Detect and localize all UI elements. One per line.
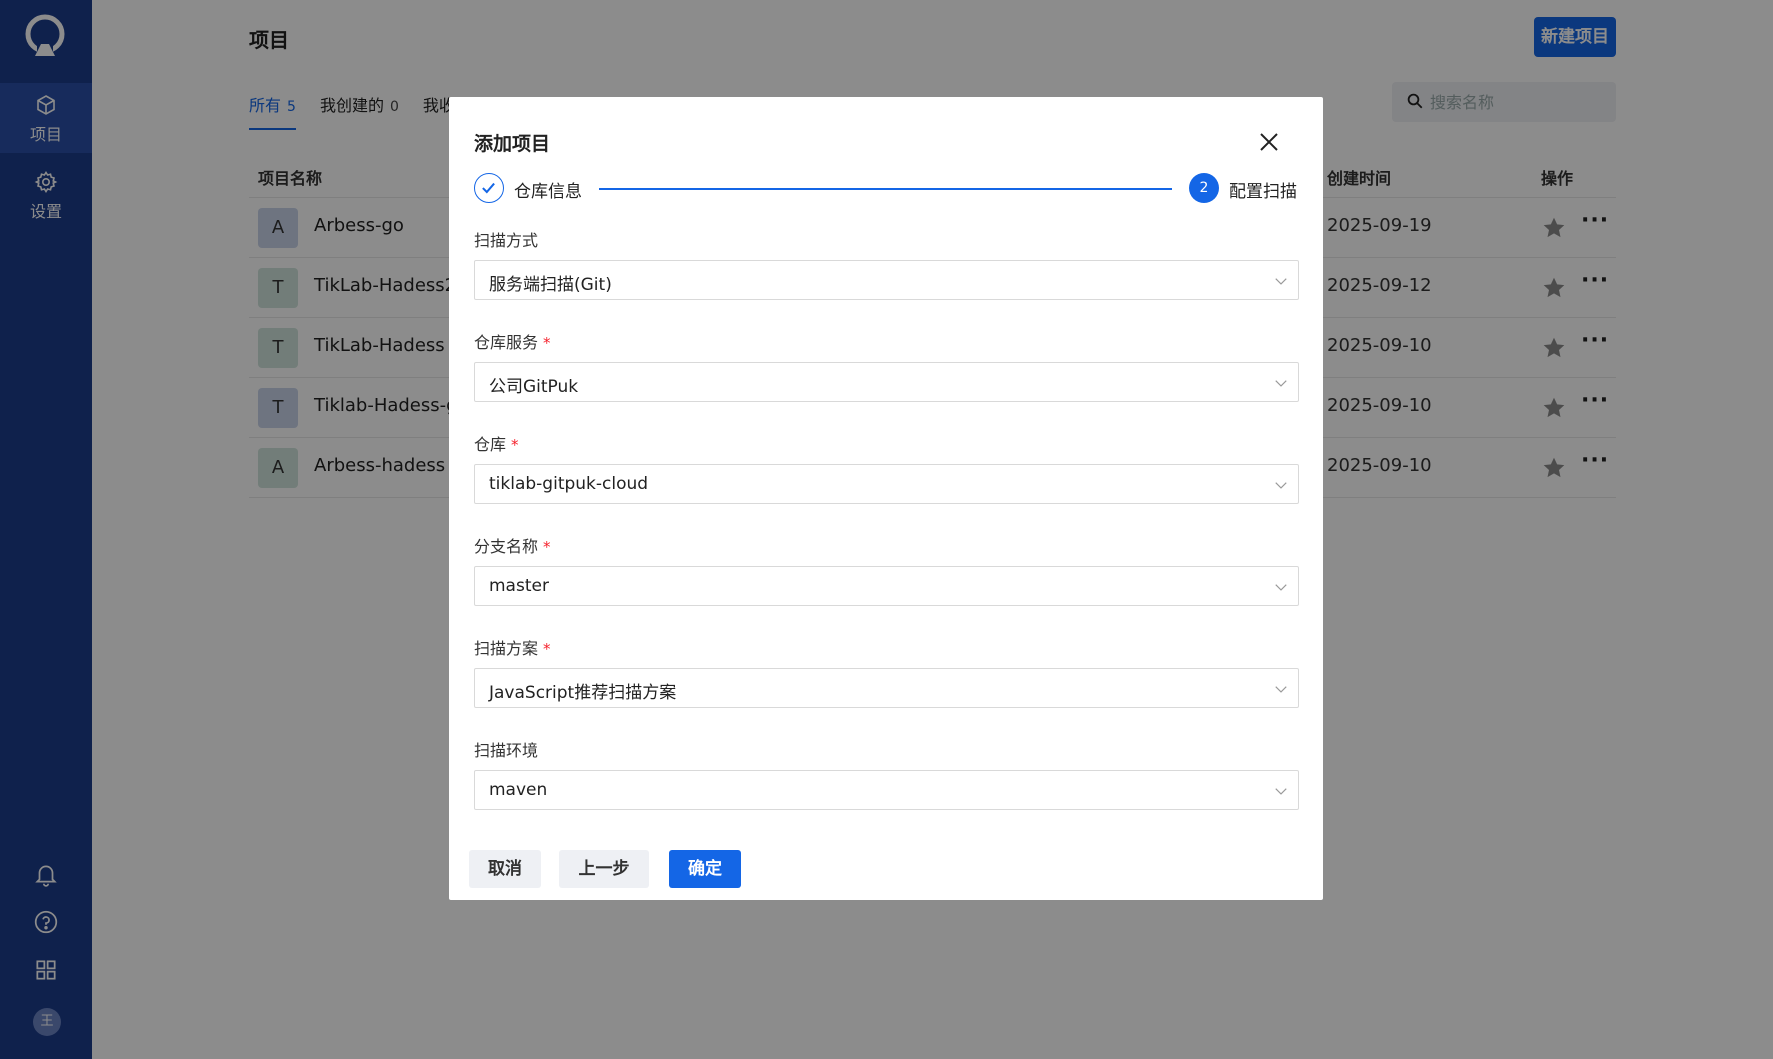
required-marker: * xyxy=(543,538,551,556)
step-2-label: 配置扫描 xyxy=(1229,182,1297,202)
field-label-text: 扫描环境 xyxy=(474,741,539,760)
scan-scheme-select[interactable]: JavaScript推荐扫描方案 xyxy=(474,668,1299,708)
repo-service-select[interactable]: 公司GitPuk xyxy=(474,362,1299,402)
dialog-title: 添加项目 xyxy=(474,133,551,155)
required-marker: * xyxy=(543,334,551,352)
chevron-down-icon xyxy=(1275,278,1287,285)
step-1-done-indicator xyxy=(474,173,504,203)
select-value: master xyxy=(489,576,549,596)
chevron-down-icon xyxy=(1275,788,1287,795)
branch-name-label: 分支名称 * xyxy=(474,533,551,557)
field-label-text: 仓库 xyxy=(474,435,507,454)
confirm-button[interactable]: 确定 xyxy=(669,850,741,888)
step-1-label: 仓库信息 xyxy=(514,182,582,202)
scan-method-select[interactable]: 服务端扫描(Git) xyxy=(474,260,1299,300)
scan-scheme-label: 扫描方案 * xyxy=(474,635,551,659)
repo-service-label: 仓库服务 * xyxy=(474,329,551,353)
scan-env-select[interactable]: maven xyxy=(474,770,1299,810)
field-label-text: 扫描方案 xyxy=(474,639,539,658)
field-label-text: 扫描方式 xyxy=(474,231,539,250)
step-connector xyxy=(599,188,1172,190)
select-value: tiklab-gitpuk-cloud xyxy=(489,474,649,494)
close-icon[interactable] xyxy=(1257,130,1281,154)
chevron-down-icon xyxy=(1275,380,1287,387)
field-label-text: 分支名称 xyxy=(474,537,539,556)
chevron-down-icon xyxy=(1275,686,1287,693)
previous-step-button[interactable]: 上一步 xyxy=(559,850,649,888)
repository-label: 仓库 * xyxy=(474,431,519,455)
scan-method-label: 扫描方式 xyxy=(474,227,538,251)
scan-env-label: 扫描环境 xyxy=(474,737,538,761)
step-2-number: 2 xyxy=(1189,173,1219,203)
select-value: maven xyxy=(489,780,548,800)
field-label-text: 仓库服务 xyxy=(474,333,539,352)
select-value: 公司GitPuk xyxy=(489,377,579,397)
cancel-button[interactable]: 取消 xyxy=(469,850,541,888)
branch-select[interactable]: master xyxy=(474,566,1299,606)
add-project-dialog: 添加项目 仓库信息 2 配置扫描 扫描方式 服务端扫描(Git) 仓库服务 * 公… xyxy=(449,97,1323,900)
repository-select[interactable]: tiklab-gitpuk-cloud xyxy=(474,464,1299,504)
check-icon xyxy=(482,182,495,194)
select-value: JavaScript推荐扫描方案 xyxy=(489,683,677,703)
required-marker: * xyxy=(543,640,551,658)
required-marker: * xyxy=(511,436,519,454)
chevron-down-icon xyxy=(1275,584,1287,591)
chevron-down-icon xyxy=(1275,482,1287,489)
select-value: 服务端扫描(Git) xyxy=(489,275,612,295)
